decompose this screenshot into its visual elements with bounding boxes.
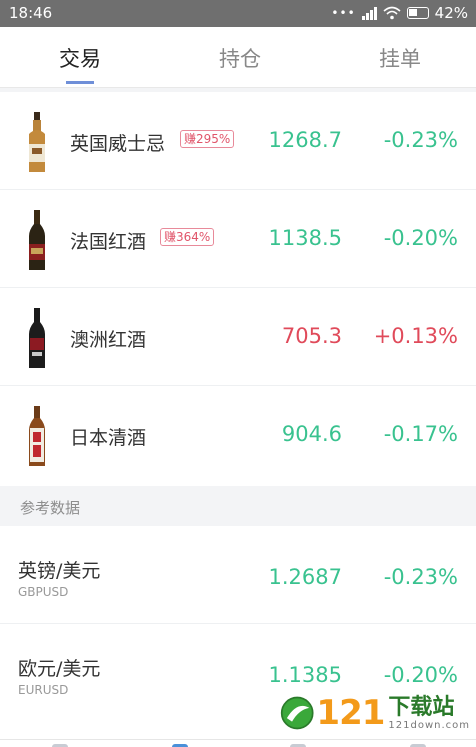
fx-code: EURUSD — [18, 683, 69, 697]
fx-change: -0.20% — [383, 663, 458, 687]
product-change: -0.23% — [383, 128, 458, 152]
battery-level: 42% — [434, 4, 468, 22]
product-row-australian-wine[interactable]: 澳洲红酒 705.3 +0.13% — [0, 288, 476, 386]
fx-name: 英镑/美元 — [18, 560, 101, 582]
earnings-badge: 赚364% — [160, 228, 215, 246]
product-change: -0.20% — [383, 226, 458, 250]
earnings-badge: 赚295% — [180, 130, 235, 148]
battery-icon — [406, 7, 429, 19]
product-name: 英国威士忌 — [70, 133, 166, 155]
watermark-number: 121 — [316, 693, 385, 733]
status-icons: ••• 42% — [331, 4, 468, 22]
product-row-uk-whisky[interactable]: 英国威士忌 赚295% 1268.7 -0.23% — [0, 92, 476, 190]
product-price: 1268.7 — [268, 128, 342, 152]
wifi-icon — [383, 6, 401, 20]
product-price: 705.3 — [281, 324, 342, 348]
product-row-japanese-sake[interactable]: 日本清酒 904.6 -0.17% — [0, 386, 476, 484]
fx-row-gbpusd[interactable]: 英镑/美元 GBPUSD 1.2687 -0.23% — [0, 526, 476, 624]
fx-price: 1.2687 — [268, 565, 342, 589]
status-time: 18:46 — [9, 4, 53, 22]
watermark-url: 121down.com — [388, 719, 470, 731]
product-row-french-wine[interactable]: 法国红酒 赚364% 1138.5 -0.20% — [0, 190, 476, 288]
product-change: +0.13% — [373, 324, 458, 348]
more-dots-icon: ••• — [331, 6, 356, 20]
product-price: 904.6 — [281, 422, 342, 446]
status-bar: 18:46 ••• 42% — [0, 0, 476, 27]
product-name: 澳洲红酒 — [70, 329, 147, 351]
tab-positions[interactable]: 持仓 — [180, 43, 300, 73]
product-list: 英国威士忌 赚295% 1268.7 -0.23% 法国红酒 赚364% 113… — [0, 92, 476, 486]
tab-bar: 交易 持仓 挂单 — [0, 27, 476, 88]
product-name: 法国红酒 — [70, 231, 147, 253]
section-title: 参考数据 — [20, 499, 81, 517]
fx-code: GBPUSD — [18, 585, 69, 599]
tab-trade[interactable]: 交易 — [20, 43, 140, 73]
fx-name: 欧元/美元 — [18, 658, 101, 680]
sake-bottle-icon — [29, 406, 45, 466]
bottom-nav — [0, 739, 476, 747]
fx-change: -0.23% — [383, 565, 458, 589]
watermark-text: 下载站 121down.com — [388, 694, 470, 731]
watermark-title: 下载站 — [388, 694, 455, 720]
active-tab-indicator — [66, 81, 94, 84]
wine-bottle-icon — [29, 308, 45, 368]
fx-price: 1.1385 — [268, 663, 342, 687]
product-price: 1138.5 — [268, 226, 342, 250]
wine-bottle-icon — [29, 210, 45, 270]
whisky-bottle-icon — [29, 112, 45, 172]
site-watermark: 121 下载站 121down.com — [280, 688, 470, 738]
reference-section-header: 参考数据 — [0, 486, 476, 526]
product-change: -0.17% — [383, 422, 458, 446]
watermark-logo-icon — [280, 696, 314, 730]
signal-icon — [361, 6, 377, 20]
product-name: 日本清酒 — [70, 427, 147, 449]
tab-orders[interactable]: 挂单 — [340, 43, 460, 73]
